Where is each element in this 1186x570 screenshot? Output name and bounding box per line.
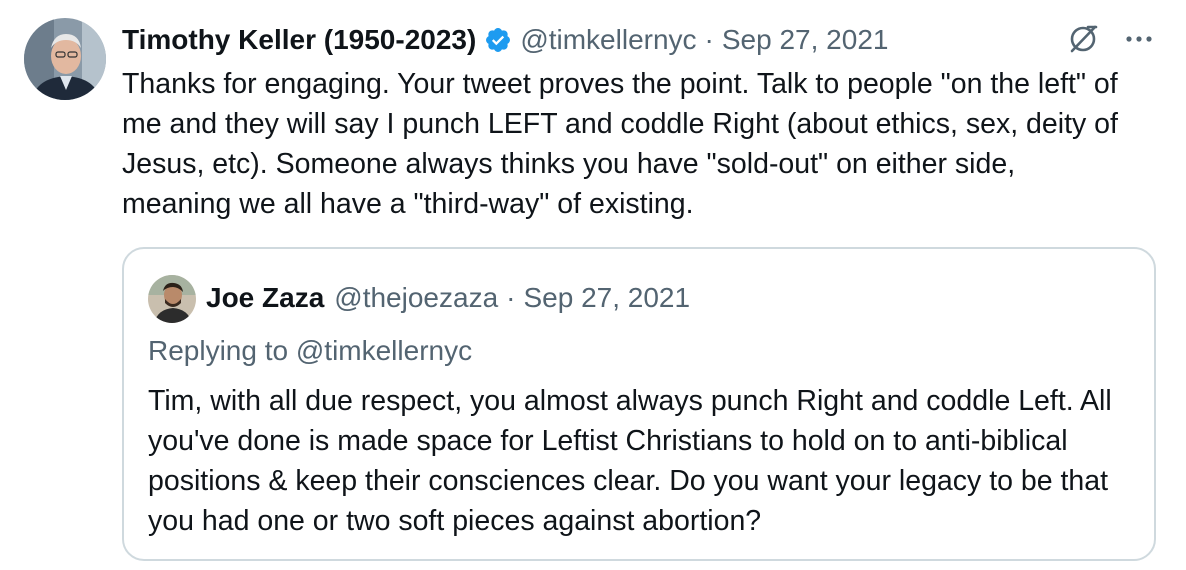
quoted-header: Joe Zaza @thejoezaza · Sep 27, 2021 [206, 277, 690, 319]
tweet-date[interactable]: Sep 27, 2021 [722, 24, 889, 56]
quoted-date[interactable]: Sep 27, 2021 [523, 282, 690, 314]
tweet-card[interactable]: Timothy Keller (1950-2023) @timkellernyc… [0, 0, 1186, 570]
tweet-text: Thanks for engaging. Your tweet proves t… [122, 68, 1118, 220]
separator-dot: · [704, 24, 714, 55]
quoted-tweet[interactable]: Joe Zaza @thejoezaza · Sep 27, 2021 Repl… [122, 247, 1156, 561]
quoted-separator-dot: · [506, 282, 516, 313]
quoted-author-handle[interactable]: @thejoezaza [334, 282, 498, 314]
author-avatar[interactable] [24, 18, 106, 100]
quoted-author-avatar[interactable] [148, 275, 196, 323]
verified-badge-icon[interactable] [484, 26, 512, 54]
author-name[interactable]: Timothy Keller (1950-2023) [122, 24, 476, 56]
more-icon[interactable] [1122, 22, 1156, 56]
quoted-author-name[interactable]: Joe Zaza [206, 282, 324, 314]
tweet-header: Timothy Keller (1950-2023) @timkellernyc… [122, 20, 888, 60]
grok-icon[interactable] [1066, 22, 1100, 56]
author-handle[interactable]: @timkellernyc [520, 24, 696, 56]
replying-to: Replying to @timkellernyc [148, 335, 473, 366]
tweet-actions [1066, 22, 1156, 56]
quoted-text: Tim, with all due respect, you almost al… [148, 385, 1112, 537]
